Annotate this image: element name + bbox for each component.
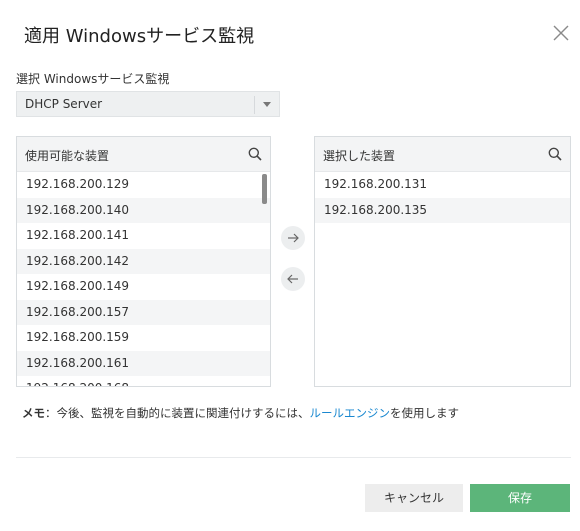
selected-devices-panel: 選択した装置 192.168.200.131 192.168.200.135 xyxy=(314,136,571,387)
memo-text: ：今後、監視を自動的に装置に関連付けするには、 xyxy=(45,406,310,420)
divider xyxy=(16,457,571,458)
service-select[interactable]: DHCP Server xyxy=(16,91,280,117)
memo-prefix: メモ xyxy=(22,406,45,420)
list-item[interactable]: 192.168.200.140 xyxy=(17,197,270,223)
selected-devices-title: 選択した装置 xyxy=(323,149,396,163)
selected-devices-header: 選択した装置 xyxy=(315,137,570,172)
move-left-button[interactable] xyxy=(281,267,305,291)
list-item[interactable]: 192.168.200.135 xyxy=(315,197,570,223)
list-item[interactable]: 192.168.200.141 xyxy=(17,223,270,249)
scrollbar[interactable] xyxy=(262,174,267,204)
list-item[interactable]: 192.168.200.161 xyxy=(17,350,270,376)
list-item[interactable]: 192.168.200.159 xyxy=(17,325,270,351)
list-item[interactable]: 192.168.200.131 xyxy=(315,172,570,198)
arrow-left-icon xyxy=(287,274,298,284)
arrow-right-icon xyxy=(288,233,299,243)
chevron-down-icon xyxy=(263,102,271,107)
memo-note: メモ：今後、監視を自動的に装置に関連付けするには、ルールエンジンを使用します xyxy=(22,405,459,421)
available-devices-header: 使用可能な装置 xyxy=(17,137,270,172)
dialog-title: 適用 Windowsサービス監視 xyxy=(24,26,255,47)
memo-suffix: を使用します xyxy=(390,406,459,420)
available-devices-title: 使用可能な装置 xyxy=(25,149,110,163)
list-item[interactable]: 192.168.200.157 xyxy=(17,299,270,325)
search-icon[interactable] xyxy=(548,147,562,161)
close-icon[interactable] xyxy=(552,24,570,42)
cancel-button[interactable]: キャンセル xyxy=(365,484,463,512)
select-separator xyxy=(254,96,255,114)
move-right-button[interactable] xyxy=(281,226,305,250)
list-item[interactable]: 192.168.200.142 xyxy=(17,248,270,274)
list-item[interactable]: 192.168.200.129 xyxy=(17,172,270,198)
list-item[interactable]: 192.168.200.168 xyxy=(17,376,270,386)
available-devices-panel: 使用可能な装置 192.168.200.129 192.168.200.140 … xyxy=(16,136,271,387)
selected-devices-list[interactable]: 192.168.200.131 192.168.200.135 xyxy=(315,172,570,386)
search-icon[interactable] xyxy=(248,147,262,161)
service-select-label: 選択 Windowsサービス監視 xyxy=(16,72,170,86)
save-button[interactable]: 保存 xyxy=(470,484,570,512)
list-item[interactable]: 192.168.200.149 xyxy=(17,274,270,300)
rule-engine-link[interactable]: ルールエンジン xyxy=(310,406,391,420)
available-devices-list[interactable]: 192.168.200.129 192.168.200.140 192.168.… xyxy=(17,172,270,386)
service-select-value: DHCP Server xyxy=(25,97,103,111)
